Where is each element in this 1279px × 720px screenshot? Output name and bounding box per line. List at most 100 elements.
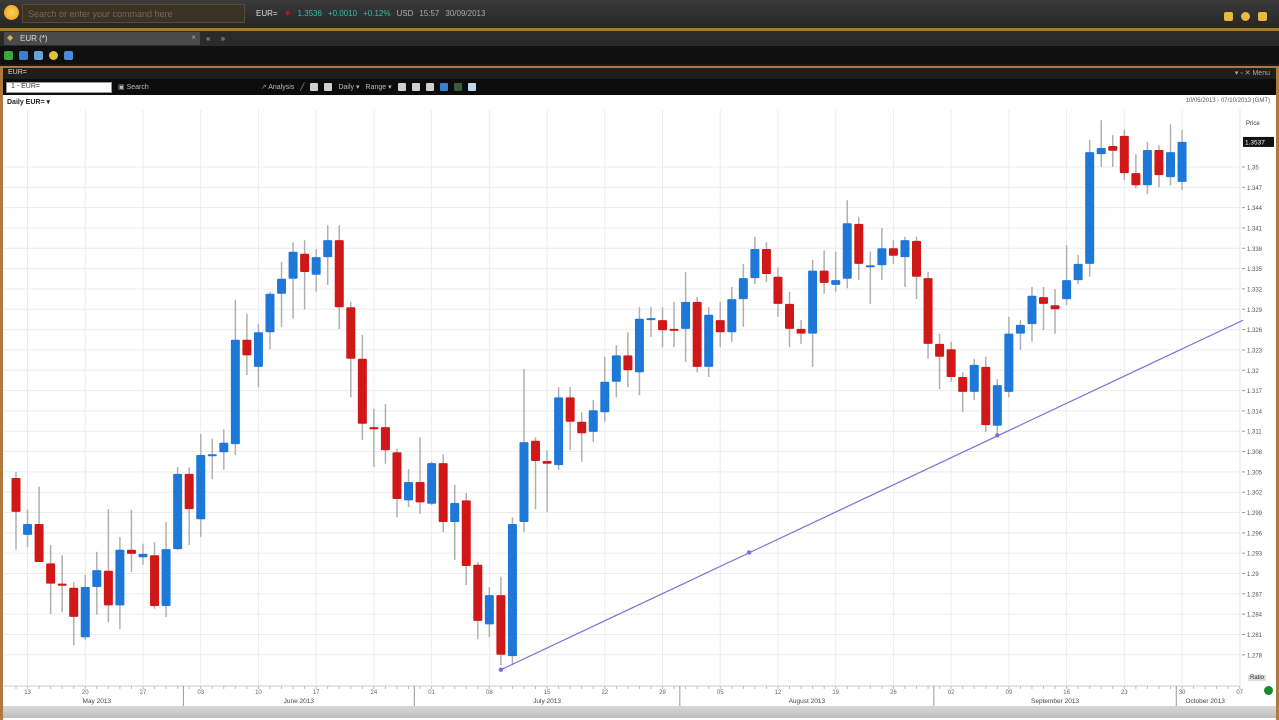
candle-down — [692, 301, 702, 367]
price-axis-label: Price — [1246, 121, 1260, 127]
candle-up — [80, 587, 90, 638]
x-tick-label: 16 — [1063, 690, 1070, 696]
candle-up — [207, 454, 217, 457]
chart-type-icon[interactable] — [397, 83, 406, 91]
save-icon[interactable] — [19, 50, 28, 60]
status-indicator-icon — [1264, 686, 1273, 695]
candle-up — [750, 248, 760, 279]
ratio-button[interactable]: Ratio — [1248, 675, 1267, 681]
chart-title[interactable]: Daily EUR= ▾ — [7, 98, 50, 106]
candle-up — [427, 463, 437, 504]
candle-up — [519, 442, 529, 523]
candle-up — [450, 503, 460, 523]
star-icon[interactable] — [1258, 12, 1267, 21]
ticker-time: 15:57 — [419, 9, 440, 18]
candle-up — [646, 318, 656, 321]
y-tick-label: 1.332 — [1247, 287, 1263, 293]
y-tick-label: 1.326 — [1247, 328, 1263, 334]
chart-tab-icon: ◆ — [7, 33, 14, 42]
panel-title-text: EUR= — [8, 69, 27, 76]
candle-up — [900, 240, 910, 258]
month-label: August 2013 — [789, 698, 826, 705]
table-icon[interactable] — [467, 83, 476, 91]
y-tick-label: 1.314 — [1247, 409, 1263, 415]
chart-type-icon[interactable] — [425, 83, 434, 91]
candle-down — [958, 377, 968, 392]
top-bar: Search or enter your command here EUR= ▼ 1… — [0, 0, 1279, 28]
close-tab-icon[interactable]: × — [191, 33, 196, 42]
candle-up — [1085, 152, 1095, 264]
print-icon[interactable] — [34, 50, 43, 60]
month-label: October 2013 — [1185, 698, 1225, 705]
candle-up — [634, 318, 644, 373]
chart-panel: EUR= ▾ ▫ ✕ Menu 1 - EUR= ▣ Search ↗ Anal… — [0, 66, 1279, 720]
candle-up — [611, 355, 621, 382]
y-tick-label: 1.347 — [1247, 186, 1263, 192]
folder-icon[interactable] — [1224, 12, 1233, 21]
x-tick-label: 09 — [1006, 690, 1013, 696]
candle-down — [577, 421, 587, 434]
share-icon[interactable] — [64, 50, 73, 60]
ticker-pct-change: +0.12% — [363, 9, 391, 18]
candle-down — [334, 240, 344, 308]
chart-type-icon[interactable] — [411, 83, 420, 91]
candle-up — [681, 301, 691, 329]
quote-ticker[interactable]: EUR= ▼ 1.3536 +0.0010 +0.12% USD 15:57 30/09/20… — [256, 9, 491, 18]
draw-line-icon[interactable]: ╱ — [300, 83, 304, 91]
symbol-input[interactable]: 1 - EUR= — [6, 81, 112, 93]
info-icon[interactable] — [439, 83, 448, 91]
y-tick-label: 1.281 — [1247, 633, 1263, 639]
chart-scrollbar[interactable] — [3, 706, 1276, 718]
month-label: June 2013 — [284, 698, 315, 705]
candle-up — [23, 524, 33, 535]
candle-down — [184, 473, 194, 510]
app-logo-icon[interactable] — [4, 5, 19, 20]
paint-icon[interactable] — [310, 83, 319, 91]
candlestick-chart[interactable]: 1.278 1.281 1.284 1.287 1.29 1.293 1.296 1.299 1… — [3, 95, 1276, 720]
ticker-currency: USD — [396, 9, 414, 18]
tab-eur[interactable]: ◆ EUR (*) × — [4, 32, 200, 45]
candle-up — [115, 549, 125, 606]
candle-down — [242, 339, 252, 356]
analysis-button[interactable]: ↗ Analysis — [261, 83, 295, 91]
y-tick-label: 1.308 — [1247, 450, 1263, 456]
x-tick-label: 13 — [24, 690, 31, 696]
ticker-change: +0.0010 — [327, 9, 358, 18]
candle-up — [877, 248, 887, 266]
paint-icon-2[interactable] — [324, 83, 333, 91]
y-tick-label: 1.284 — [1247, 613, 1263, 619]
candle-down — [542, 461, 552, 464]
candle-up — [173, 473, 183, 550]
candle-down — [946, 349, 956, 378]
notification-icon[interactable] — [1241, 12, 1250, 21]
x-tick-label: 08 — [486, 690, 493, 696]
add-icon[interactable] — [4, 50, 13, 60]
interval-dropdown[interactable]: Daily ▾ — [338, 83, 359, 91]
panel-controls[interactable]: ▾ ▫ ✕ Menu — [1235, 69, 1270, 77]
candle-up — [1096, 148, 1106, 155]
search-icon[interactable] — [49, 50, 58, 60]
x-tick-label: 20 — [82, 690, 89, 696]
x-tick-label: 19 — [832, 690, 839, 696]
tab-label: EUR (*) — [20, 34, 48, 43]
candle-up — [161, 549, 171, 607]
candle-up — [288, 251, 298, 279]
candle-down — [392, 452, 402, 499]
tab-scroll-buttons[interactable]: « » — [206, 34, 229, 43]
y-tick-label: 1.278 — [1247, 653, 1263, 659]
candle-up — [738, 278, 748, 300]
candle-down — [981, 366, 991, 426]
candle-up — [1004, 333, 1014, 392]
candle-down — [57, 583, 67, 586]
analysis-label: Analysis — [268, 84, 295, 91]
candle-up — [1073, 263, 1083, 281]
command-search-input[interactable]: Search or enter your command here — [22, 4, 245, 23]
candle-down — [415, 482, 425, 503]
grid-icon[interactable] — [453, 83, 462, 91]
x-tick-label: 29 — [659, 690, 666, 696]
range-dropdown[interactable]: Range ▾ — [366, 83, 392, 91]
search-button[interactable]: ▣ Search — [118, 83, 149, 91]
panel-title: EUR= ▾ ▫ ✕ Menu — [3, 68, 1276, 79]
candle-up — [1142, 150, 1152, 186]
candle-down — [126, 549, 136, 554]
